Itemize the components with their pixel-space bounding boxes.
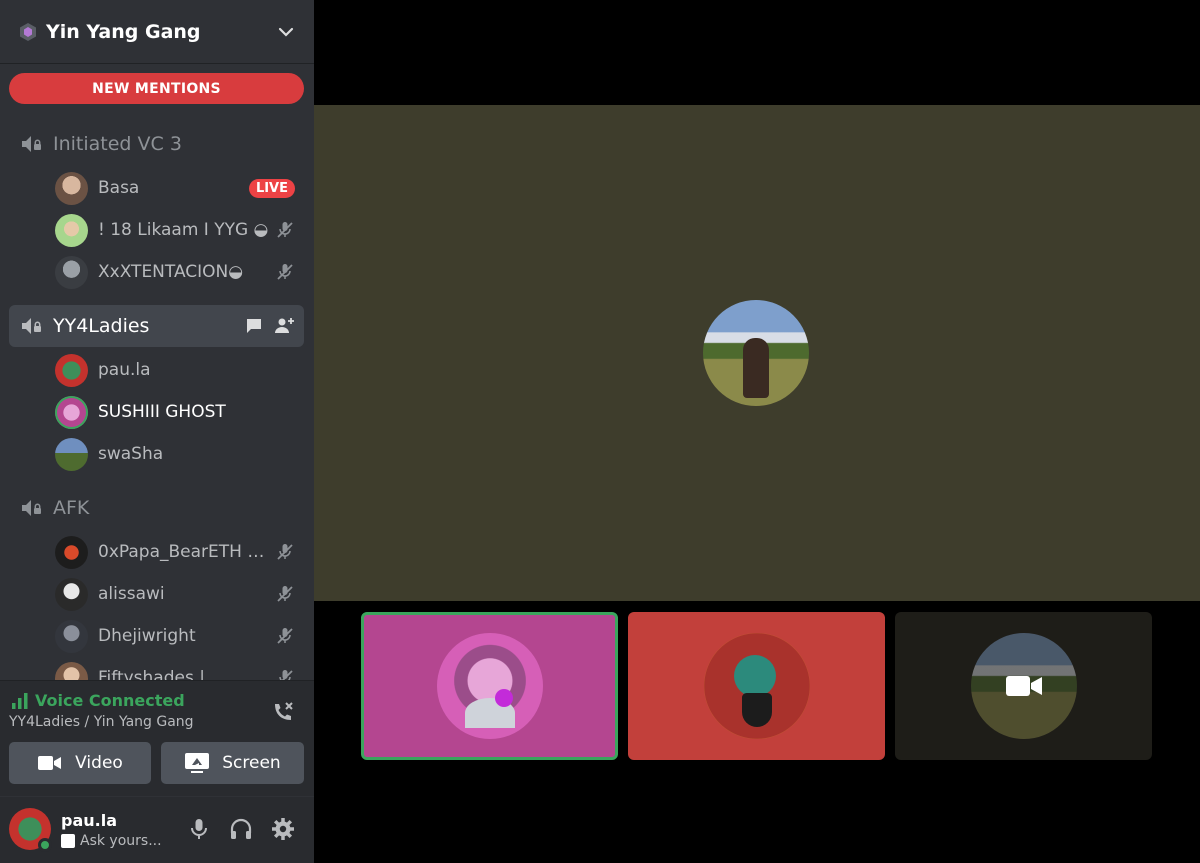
participant-avatar	[436, 633, 543, 739]
participant-tile-paula[interactable]	[628, 612, 885, 760]
voice-user-sushiii-ghost[interactable]: SUSHIII GHOST	[55, 394, 295, 430]
avatar	[55, 437, 88, 471]
voice-location[interactable]: YY4Ladies / Yin Yang Gang	[9, 714, 194, 730]
screen-label: Screen	[222, 753, 281, 773]
voice-connection-panel: Voice Connected YY4Ladies / Yin Yang Gan…	[0, 680, 314, 796]
video-camera-icon	[1005, 676, 1042, 696]
avatar	[55, 395, 88, 429]
self-custom-status: Ask yours...	[61, 833, 162, 849]
muted-mic-icon	[277, 544, 293, 560]
voice-channel-yy4ladies[interactable]: YY4Ladies	[9, 305, 304, 347]
focused-participant-avatar	[703, 300, 809, 406]
voice-user-0xpapa-beareth[interactable]: 0xPapa_BearETH ◒...	[55, 534, 295, 570]
custom-status-emoji-icon	[61, 834, 75, 848]
user-name: 0xPapa_BearETH ◒...	[98, 542, 269, 562]
voice-channel-initiated-vc-3[interactable]: Initiated VC 3	[9, 123, 304, 165]
muted-mic-icon	[279, 670, 293, 680]
voice-user-xxxtentacion[interactable]: XxXTENTACION◒	[55, 254, 295, 290]
new-mentions-label: NEW MENTIONS	[92, 80, 221, 97]
channel-name: Initiated VC 3	[53, 133, 182, 155]
user-name: Fiftyshades |	[98, 668, 205, 680]
user-name: XxXTENTACION◒	[98, 262, 244, 282]
voice-user-swasha[interactable]: swaSha	[55, 436, 295, 472]
person-silhouette	[743, 338, 769, 398]
live-badge: LIVE	[248, 178, 295, 198]
voice-user-paula[interactable]: pau.la	[55, 352, 295, 388]
participant-tile-sushiii-ghost[interactable]	[361, 612, 618, 760]
voice-user-alissawi[interactable]: alissawi	[55, 576, 295, 612]
screen-share-button[interactable]: Screen	[161, 742, 304, 784]
server-header[interactable]: Yin Yang Gang	[0, 0, 314, 64]
avatar	[55, 255, 88, 289]
custom-status-text: Ask yours...	[80, 833, 162, 849]
voice-status-label: Voice Connected	[35, 691, 185, 710]
user-name: alissawi	[98, 584, 165, 604]
chat-icon[interactable]	[244, 316, 264, 336]
avatar	[55, 213, 88, 247]
screen-share-icon	[185, 753, 210, 773]
add-user-icon[interactable]	[274, 316, 294, 336]
self-username: pau.la	[61, 811, 117, 830]
channel-name: YY4Ladies	[53, 315, 150, 337]
user-name: swaSha	[98, 444, 164, 464]
channel-actions	[244, 316, 294, 336]
participant-avatar	[703, 633, 810, 739]
settings-gear-icon[interactable]	[270, 816, 296, 842]
video-button[interactable]: Video	[9, 742, 151, 784]
voice-user-basa[interactable]: Basa LIVE	[55, 170, 295, 206]
muted-mic-icon	[277, 586, 293, 602]
voice-status[interactable]: Voice Connected	[11, 691, 185, 710]
speaker-lock-icon	[22, 318, 41, 334]
speaker-lock-icon	[22, 136, 41, 152]
user-name: Dhejiwright	[98, 626, 196, 646]
headphones-icon[interactable]	[228, 816, 254, 842]
voice-stage-area	[314, 0, 1200, 863]
avatar	[55, 535, 88, 569]
user-name: SUSHIII GHOST	[98, 402, 226, 422]
signal-icon	[12, 692, 28, 709]
video-camera-icon	[38, 756, 62, 770]
avatar-body	[741, 693, 772, 727]
video-label: Video	[75, 753, 123, 773]
user-name: ! 18 Likaam I YYG ◒	[98, 220, 269, 240]
microphone-icon[interactable]	[186, 816, 212, 842]
new-mentions-banner[interactable]: NEW MENTIONS	[9, 73, 304, 104]
voice-user-dhejiwright[interactable]: Dhejiwright	[55, 618, 295, 654]
online-status-dot	[38, 838, 52, 852]
muted-mic-icon	[277, 264, 293, 280]
user-name: Basa	[98, 178, 140, 198]
avatar	[55, 171, 88, 205]
server-boost-icon	[20, 22, 36, 41]
speaker-lock-icon	[22, 500, 41, 516]
discord-app: Yin Yang Gang NEW MENTIONS Initiated VC …	[0, 0, 1200, 863]
user-name: pau.la	[98, 360, 151, 380]
chevron-down-icon[interactable]	[276, 22, 296, 42]
disconnect-call-icon[interactable]	[270, 699, 296, 725]
participant-tile-swasha[interactable]	[895, 612, 1152, 760]
avatar-hair	[733, 655, 776, 697]
avatar	[55, 577, 88, 611]
focused-participant-stage[interactable]	[314, 105, 1200, 601]
muted-mic-icon	[277, 628, 293, 644]
voice-user-fiftyshades[interactable]: Fiftyshades |	[55, 660, 295, 680]
server-name: Yin Yang Gang	[46, 20, 201, 43]
avatar-gem	[494, 689, 513, 707]
channel-name: AFK	[53, 497, 90, 519]
avatar	[55, 619, 88, 653]
channel-list: Initiated VC 3 Basa LIVE ! 18 Likaam I Y…	[0, 112, 314, 680]
muted-mic-icon	[277, 222, 293, 238]
avatar	[55, 661, 88, 680]
user-panel: pau.la Ask yours...	[0, 797, 314, 863]
avatar	[55, 353, 88, 387]
voice-channel-afk[interactable]: AFK	[9, 487, 304, 529]
voice-user-likaam[interactable]: ! 18 Likaam I YYG ◒	[55, 212, 295, 248]
channel-sidebar: Yin Yang Gang NEW MENTIONS Initiated VC …	[0, 0, 314, 863]
